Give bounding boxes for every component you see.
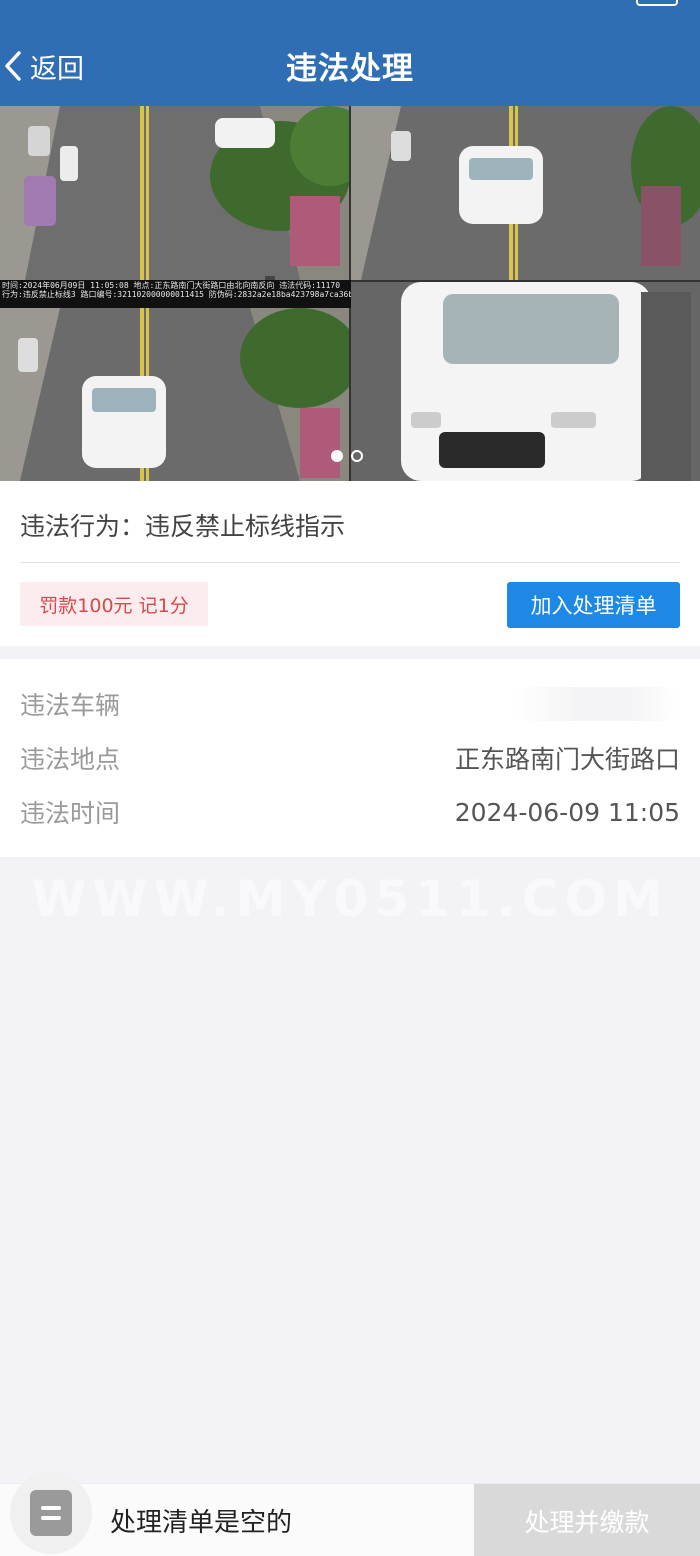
caption-line-1: 时间:2024年06月09日 11:05:08 地点:正东路南门大街路口由北向南… — [2, 281, 341, 290]
time-value: 2024-06-09 11:05 — [454, 797, 680, 827]
system-icons — [556, 0, 678, 6]
watermark: WWW.MY0511.COM — [31, 870, 669, 928]
street-photo-3 — [0, 308, 349, 481]
carousel-indicator — [331, 450, 363, 462]
bottom-action-bar: 处理清单是空的 处理并缴款 — [0, 1472, 700, 1556]
street-photo-2 — [351, 106, 700, 280]
violation-photo-carousel[interactable]: 时间:2024年06月09日 11:05:08 地点:正东路南门大街路口由北向南… — [0, 106, 700, 481]
behavior-label: 违法行为： — [20, 512, 146, 541]
vehicle-row: 违法车辆 — [20, 684, 680, 724]
list-empty-text: 处理清单是空的 — [110, 1508, 293, 1538]
status-bar — [0, 0, 700, 14]
divider — [20, 562, 680, 563]
carousel-dot-2[interactable] — [351, 450, 363, 462]
battery-icon — [636, 0, 678, 6]
top-header: 返回 违法处理 — [0, 0, 700, 106]
location-label: 违法地点 — [20, 745, 121, 774]
caption-line-2: 行为:违反禁止标线3 路口编号:321102000000011415 防伪码:2… — [2, 290, 351, 299]
location-value: 正东路南门大街路口 — [454, 745, 680, 774]
list-icon — [30, 1490, 72, 1536]
location-row: 违法地点 正东路南门大街路口 — [20, 738, 680, 778]
page-title: 违法处理 — [286, 51, 414, 87]
add-to-list-button[interactable]: 加入处理清单 — [507, 582, 680, 628]
street-photo-1 — [0, 106, 349, 280]
photo-caption: 时间:2024年06月09日 11:05:08 地点:正东路南门大街路口由北向南… — [0, 280, 351, 308]
behavior-value: 违反禁止标线指示 — [145, 512, 346, 541]
process-list-button[interactable] — [10, 1472, 92, 1554]
violation-info-card: 违法车辆 违法地点 正东路南门大街路口 违法时间 2024-06-09 11:0… — [0, 659, 700, 857]
vehicle-plate-redacted — [510, 687, 680, 721]
carousel-dot-1[interactable] — [331, 450, 343, 462]
penalty-badge: 罚款100元 记1分 — [20, 582, 208, 626]
time-row: 违法时间 2024-06-09 11:05 — [20, 792, 680, 832]
car-closeup-photo — [351, 282, 700, 481]
violation-card: 违法行为：违反禁止标线指示 罚款100元 记1分 加入处理清单 — [0, 481, 700, 646]
time-label: 违法时间 — [20, 799, 121, 828]
vehicle-label: 违法车辆 — [20, 691, 121, 720]
violation-behavior: 违法行为：违反禁止标线指示 — [20, 507, 345, 543]
process-and-pay-button[interactable]: 处理并缴款 — [474, 1484, 700, 1556]
